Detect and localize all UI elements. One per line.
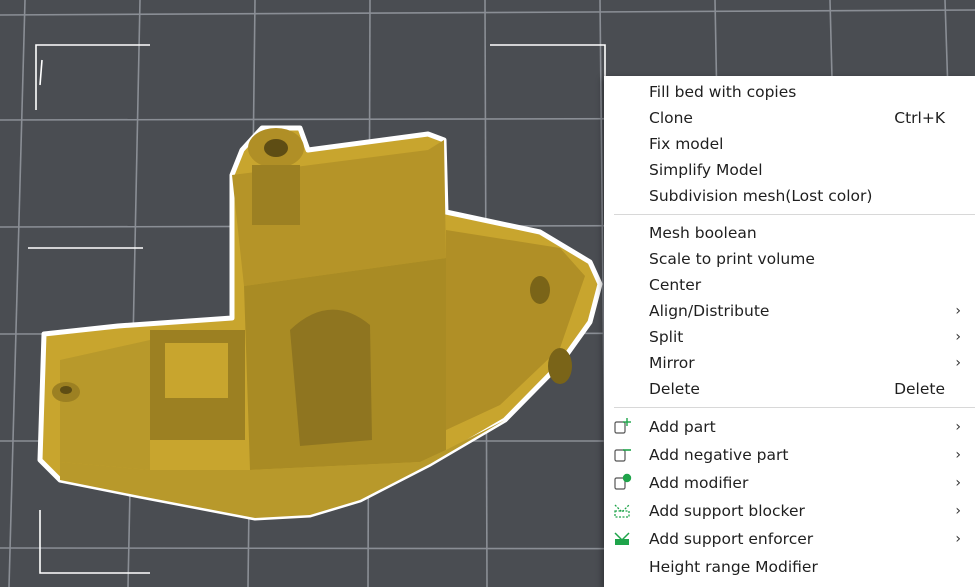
- menu-item-label: Add negative part: [649, 446, 789, 464]
- add-negative-part-icon: [614, 449, 631, 462]
- menu-item-add-support-enforcer[interactable]: Add support enforcer ›: [604, 525, 975, 553]
- menu-item-label: Fill bed with copies: [649, 83, 797, 101]
- menu-item-shortcut: Ctrl+K: [894, 109, 945, 127]
- menu-item-mesh-boolean[interactable]: Mesh boolean: [604, 220, 975, 246]
- chevron-right-icon: ›: [955, 531, 961, 547]
- add-part-icon: [614, 418, 631, 434]
- support-enforcer-icon: [614, 532, 630, 545]
- menu-item-label: Mirror: [649, 354, 695, 372]
- menu-item-label: Height range Modifier: [649, 558, 818, 576]
- menu-item-label: Align/Distribute: [649, 302, 770, 320]
- menu-item-align-distribute[interactable]: Align/Distribute ›: [604, 298, 975, 324]
- chevron-right-icon: ›: [955, 419, 961, 435]
- menu-item-fill-bed-with-copies[interactable]: Fill bed with copies: [604, 79, 975, 105]
- chevron-right-icon: ›: [955, 303, 961, 319]
- menu-item-label: Subdivision mesh(Lost color): [649, 187, 873, 205]
- menu-separator: [614, 407, 975, 408]
- menu-item-label: Clone: [649, 109, 693, 127]
- chevron-right-icon: ›: [955, 447, 961, 463]
- menu-item-label: Add support blocker: [649, 502, 805, 520]
- menu-item-shortcut: Delete: [894, 380, 945, 398]
- menu-item-scale-to-print-volume[interactable]: Scale to print volume: [604, 246, 975, 272]
- menu-item-fix-model[interactable]: Fix model: [604, 131, 975, 157]
- menu-item-label: Add part: [649, 418, 716, 436]
- menu-item-mirror[interactable]: Mirror ›: [604, 350, 975, 376]
- chevron-right-icon: ›: [955, 475, 961, 491]
- menu-item-label: Add support enforcer: [649, 530, 814, 548]
- chevron-right-icon: ›: [955, 329, 961, 345]
- menu-item-delete[interactable]: Delete Delete: [604, 376, 975, 402]
- menu-item-height-range-modifier[interactable]: Height range Modifier: [604, 553, 975, 581]
- menu-separator: [614, 214, 975, 215]
- chevron-right-icon: ›: [955, 503, 961, 519]
- chevron-right-icon: ›: [955, 355, 961, 371]
- menu-item-add-part[interactable]: Add part ›: [604, 413, 975, 441]
- menu-item-label: Fix model: [649, 135, 724, 153]
- menu-item-clone[interactable]: Clone Ctrl+K: [604, 105, 975, 131]
- menu-item-add-support-blocker[interactable]: Add support blocker ›: [604, 497, 975, 525]
- menu-item-center[interactable]: Center: [604, 272, 975, 298]
- menu-item-label: Simplify Model: [649, 161, 763, 179]
- add-modifier-icon: [614, 473, 632, 490]
- menu-item-add-negative-part[interactable]: Add negative part ›: [604, 441, 975, 469]
- menu-item-split[interactable]: Split ›: [604, 324, 975, 350]
- context-menu: Fill bed with copies Clone Ctrl+K Fix model…: [604, 76, 975, 587]
- menu-item-label: Add modifier: [649, 474, 749, 492]
- menu-item-label: Mesh boolean: [649, 224, 757, 242]
- menu-item-subdivision-mesh-lost-color[interactable]: Subdivision mesh(Lost color): [604, 183, 975, 209]
- menu-item-label: Center: [649, 276, 702, 294]
- menu-item-simplify-model[interactable]: Simplify Model: [604, 157, 975, 183]
- menu-item-label: Scale to print volume: [649, 250, 815, 268]
- menu-item-label: Split: [649, 328, 684, 346]
- support-blocker-icon: [614, 504, 630, 518]
- menu-item-add-modifier[interactable]: Add modifier ›: [604, 469, 975, 497]
- menu-item-label: Delete: [649, 380, 700, 398]
